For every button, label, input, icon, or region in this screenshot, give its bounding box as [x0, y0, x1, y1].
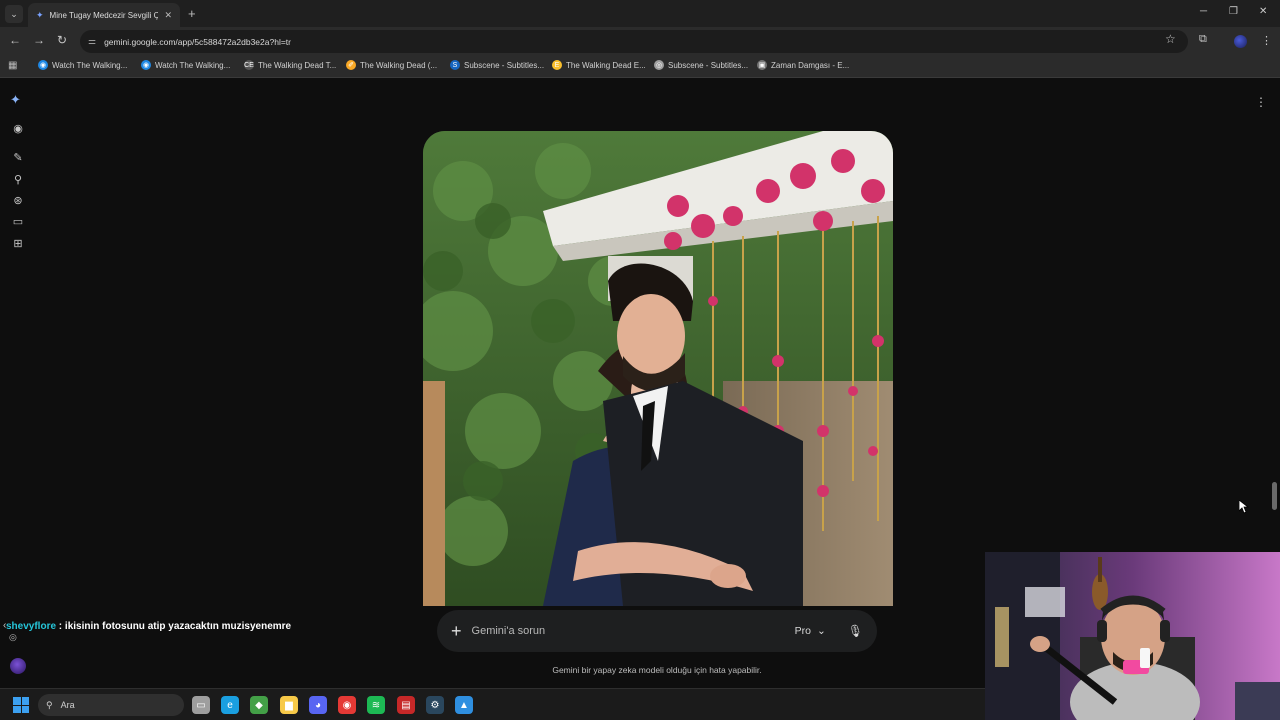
microphone-icon[interactable]: 🎙: [848, 624, 863, 638]
model-label: Pro: [794, 625, 811, 637]
bookmark-label: Watch The Walking...: [155, 60, 231, 70]
back-button[interactable]: ←: [9, 33, 21, 47]
forward-button[interactable]: →: [33, 33, 45, 47]
apps-icon[interactable]: ⊞: [11, 237, 25, 250]
bookmark-item[interactable]: ▣ Zaman Damgası - E...: [757, 60, 849, 70]
bookmark-label: The Walking Dead T...: [258, 60, 337, 70]
chat-settings-icon[interactable]: ◎: [9, 632, 17, 643]
disclaimer-text: Gemini bir yapay zeka modeli olduğu için…: [552, 665, 762, 675]
tab-search-button[interactable]: ⌄: [5, 5, 23, 23]
bookmark-label: The Walking Dead E...: [566, 60, 646, 70]
recorder-taskbar-icon[interactable]: ▤: [397, 696, 415, 714]
prompt-bar: + Pro ⌄ 🎙: [437, 610, 877, 652]
restore-button[interactable]: ❐: [1229, 6, 1238, 17]
prompt-input[interactable]: [471, 625, 785, 637]
bookmark-label: Watch The Walking...: [52, 60, 128, 70]
scrollbar-thumb[interactable]: [1272, 482, 1277, 510]
steam-taskbar-icon[interactable]: ⚙: [426, 696, 444, 714]
tab-title: Mine Tugay Medcezir Sevgili Ç: [49, 10, 159, 20]
bookmark-item[interactable]: ◉ Watch The Walking...: [141, 60, 230, 70]
bookmark-favicon-icon: ◎: [654, 60, 664, 70]
tab-strip: ⌄ ✦ Mine Tugay Medcezir Sevgili Ç ✕ + ─ …: [0, 0, 1280, 27]
gemini-logo-icon[interactable]: ✦: [10, 92, 21, 108]
library-icon[interactable]: ▭: [11, 215, 25, 228]
close-tab-icon[interactable]: ✕: [164, 10, 172, 21]
chrome-taskbar-icon[interactable]: ◉: [338, 696, 356, 714]
bookmark-favicon-icon: ◉: [38, 60, 48, 70]
reload-button[interactable]: ↻: [57, 33, 67, 47]
minimize-button[interactable]: ─: [1200, 6, 1207, 17]
bookmark-label: Subscene - Subtitles...: [668, 60, 749, 70]
gemini-favicon-icon: ✦: [36, 9, 44, 20]
taskbar-search[interactable]: ⚲ Ara: [38, 694, 184, 716]
chevron-down-icon: ⌄: [816, 625, 826, 637]
task-view-taskbar-icon[interactable]: ▭: [192, 696, 210, 714]
chrome-menu-icon[interactable]: ⋮: [1261, 34, 1272, 47]
generated-couple-photo[interactable]: [423, 131, 893, 606]
bookmark-favicon-icon: S: [450, 60, 460, 70]
site-info-icon[interactable]: ⚌: [88, 36, 96, 47]
couple-photo-image: [423, 131, 893, 606]
profile-avatar[interactable]: [1234, 35, 1247, 48]
discord-taskbar-icon[interactable]: ◕: [309, 696, 327, 714]
bookmark-label: Subscene - Subtitles...: [464, 60, 545, 70]
bookmark-label: The Walking Dead (...: [360, 60, 438, 70]
chat-avatar: [10, 658, 26, 674]
bookmark-item[interactable]: E The Walking Dead E...: [552, 60, 646, 70]
extensions-icon[interactable]: ⧉: [1199, 33, 1207, 46]
new-chat-icon[interactable]: ✎: [11, 151, 25, 164]
bookmark-item[interactable]: ◉ Watch The Walking...: [38, 60, 127, 70]
apps-grid-icon[interactable]: ▦: [8, 60, 17, 71]
search-icon[interactable]: ⚲: [11, 173, 25, 186]
taskbar-search-label: Ara: [60, 700, 75, 710]
bookmark-favicon-icon: ▣: [757, 60, 767, 70]
vpn-taskbar-icon[interactable]: ◆: [250, 696, 268, 714]
mouse-cursor-icon: [1238, 499, 1250, 519]
close-window-button[interactable]: ✕: [1259, 6, 1267, 17]
stream-chat-message: shevyflore : ikisinin fotosunu atip yaza…: [6, 621, 291, 632]
bookmark-item[interactable]: CE The Walking Dead T...: [244, 60, 336, 70]
chat-separator: :: [56, 621, 65, 632]
edge-taskbar-icon[interactable]: e: [221, 696, 239, 714]
bookmark-star-icon[interactable]: ☆: [1165, 32, 1176, 46]
add-attachment-icon[interactable]: +: [451, 622, 462, 640]
bookmark-label: Zaman Damgası - E...: [771, 60, 850, 70]
new-tab-button[interactable]: +: [188, 6, 196, 21]
address-bar[interactable]: ⚌ gemini.google.com/app/5c588472a2db3e2a…: [80, 30, 1188, 53]
bookmark-favicon-icon: E: [552, 60, 562, 70]
bookmark-item[interactable]: S Subscene - Subtitles...: [450, 60, 544, 70]
windows-start-icon[interactable]: [13, 697, 29, 713]
bookmark-favicon-icon: ✐: [346, 60, 356, 70]
gems-icon[interactable]: ⊛: [11, 194, 25, 207]
bookmark-favicon-icon: CE: [244, 60, 254, 70]
file-explorer-taskbar-icon[interactable]: ▆: [280, 696, 298, 714]
bookmarks-bar: ▦ ◉ Watch The Walking... ◉ Watch The Walkin…: [0, 56, 1280, 78]
url-text: gemini.google.com/app/5c588472a2db3e2a?h…: [104, 36, 291, 47]
webcam-image: [985, 552, 1280, 720]
model-selector[interactable]: Pro ⌄: [795, 625, 826, 637]
windows-taskbar: ⚲ Ara ▭ e ◆ ▆ ◕ ◉ ≋ ▤ ⚙ ▲: [0, 688, 985, 720]
more-options-icon[interactable]: ⋮: [1255, 95, 1267, 109]
bookmark-item[interactable]: ✐ The Walking Dead (...: [346, 60, 437, 70]
bookmark-favicon-icon: ◉: [141, 60, 151, 70]
toggle-sidebar-icon[interactable]: ◉: [11, 122, 25, 135]
spotify-taskbar-icon[interactable]: ≋: [367, 696, 385, 714]
search-icon: ⚲: [46, 699, 53, 710]
bookmark-item[interactable]: ◎ Subscene - Subtitles...: [654, 60, 748, 70]
streamer-webcam: [985, 552, 1280, 720]
photos-taskbar-icon[interactable]: ▲: [455, 696, 473, 714]
chat-message-text: ikisinin fotosunu atip yazacaktın muzisy…: [64, 621, 292, 632]
browser-toolbar: ← → ↻ ⚌ gemini.google.com/app/5c588472a2…: [0, 27, 1280, 56]
tab-active[interactable]: ✦ Mine Tugay Medcezir Sevgili Ç ✕: [28, 3, 180, 27]
chat-username: shevyflore: [6, 621, 57, 632]
